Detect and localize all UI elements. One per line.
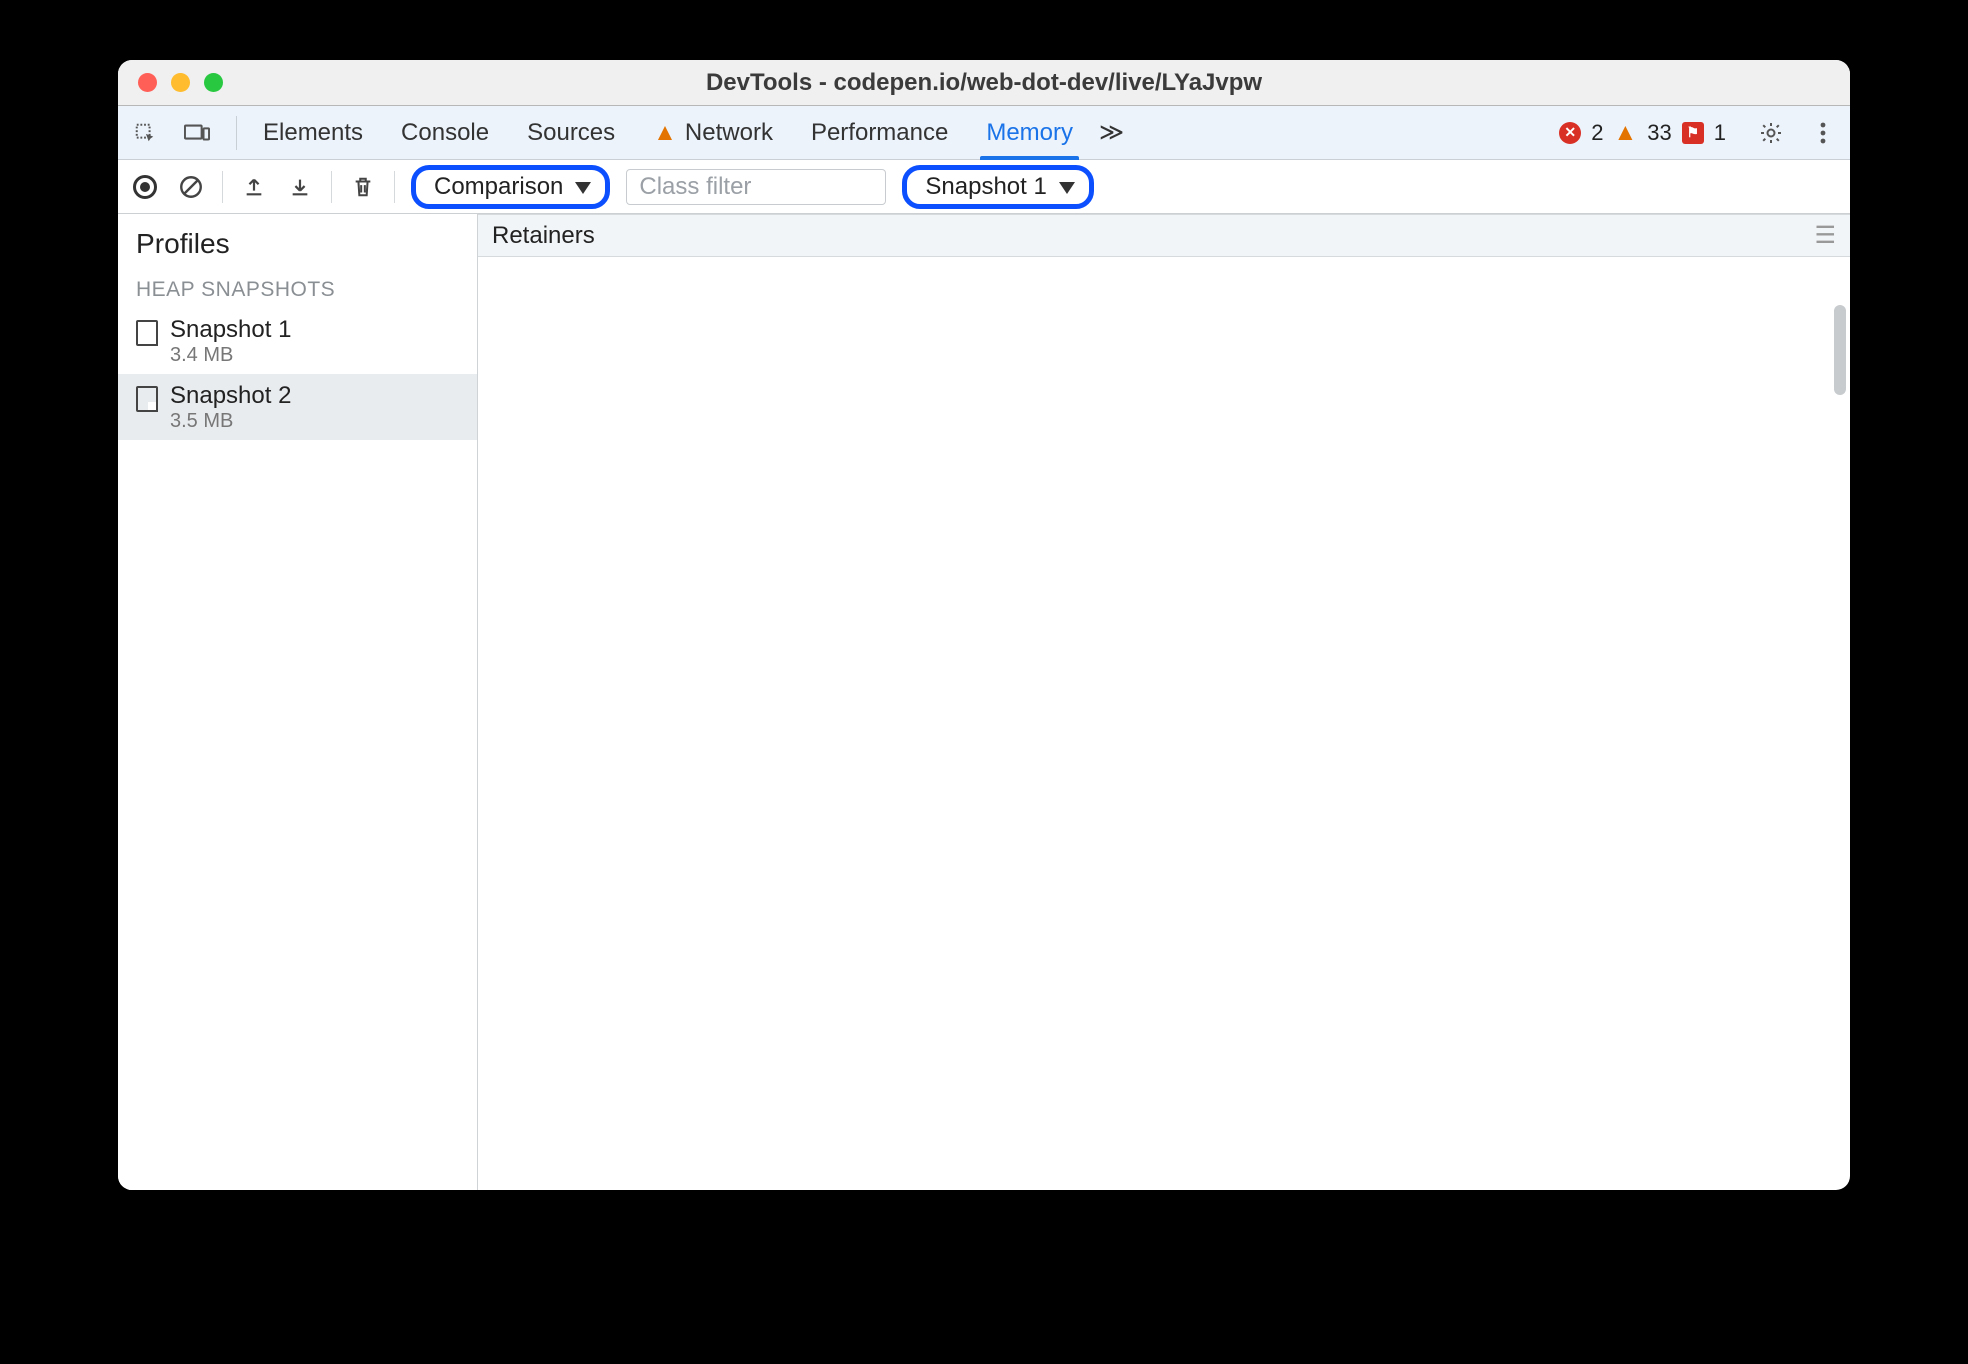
clear-icon[interactable] xyxy=(176,172,206,202)
load-icon[interactable] xyxy=(239,172,269,202)
profiles-sidebar: Profiles HEAP SNAPSHOTS Snapshot 13.4 MB… xyxy=(118,214,478,1190)
panel-menu-icon[interactable]: ☰ xyxy=(1814,221,1836,250)
device-toolbar-icon[interactable] xyxy=(184,120,210,146)
inspect-element-icon[interactable] xyxy=(132,120,158,146)
maximize-icon[interactable] xyxy=(204,73,223,92)
titlebar: DevTools - codepen.io/web-dot-dev/live/L… xyxy=(118,60,1850,106)
tab-sources[interactable]: Sources xyxy=(527,106,615,159)
scrollbar-thumb[interactable] xyxy=(1834,305,1846,395)
snapshot-item[interactable]: Snapshot 23.5 MB xyxy=(118,374,477,440)
base-snapshot-select[interactable]: Snapshot 1 xyxy=(902,165,1093,209)
tab-bar: Elements Console Sources ▲Network Performanc… xyxy=(118,106,1850,160)
chevron-down-icon xyxy=(575,173,591,201)
trash-icon[interactable] xyxy=(348,172,378,202)
record-icon[interactable] xyxy=(130,172,160,202)
warning-icon: ▲ xyxy=(1614,119,1638,147)
snapshot-icon xyxy=(136,386,158,412)
window-title: DevTools - codepen.io/web-dot-dev/live/L… xyxy=(118,69,1850,97)
save-icon[interactable] xyxy=(285,172,315,202)
tabs-overflow[interactable]: ≫ xyxy=(1099,118,1124,147)
tab-elements[interactable]: Elements xyxy=(263,106,363,159)
chevron-down-icon xyxy=(1059,173,1075,201)
snapshot-icon xyxy=(136,320,158,346)
tab-performance[interactable]: Performance xyxy=(811,106,948,159)
profiles-title: Profiles xyxy=(118,214,477,268)
status-counters[interactable]: ✕2 ▲33 ⚑1 xyxy=(1559,119,1726,147)
more-icon[interactable] xyxy=(1810,120,1836,146)
retainers-header: Retainers ☰ xyxy=(478,214,1850,257)
close-icon[interactable] xyxy=(138,73,157,92)
error-icon: ✕ xyxy=(1559,122,1581,144)
tab-console[interactable]: Console xyxy=(401,106,489,159)
view-mode-select[interactable]: Comparison xyxy=(411,165,610,209)
tab-network[interactable]: ▲Network xyxy=(653,106,773,159)
profiles-section: HEAP SNAPSHOTS xyxy=(118,268,477,308)
devtools-window: DevTools - codepen.io/web-dot-dev/live/L… xyxy=(118,60,1850,1190)
memory-toolbar: Comparison Class filter Snapshot 1 xyxy=(118,160,1850,214)
settings-icon[interactable] xyxy=(1758,120,1784,146)
tab-memory[interactable]: Memory xyxy=(986,106,1073,159)
snapshot-item[interactable]: Snapshot 13.4 MB xyxy=(118,308,477,374)
issues-icon: ⚑ xyxy=(1682,122,1704,144)
minimize-icon[interactable] xyxy=(171,73,190,92)
class-filter-input[interactable]: Class filter xyxy=(626,169,886,205)
